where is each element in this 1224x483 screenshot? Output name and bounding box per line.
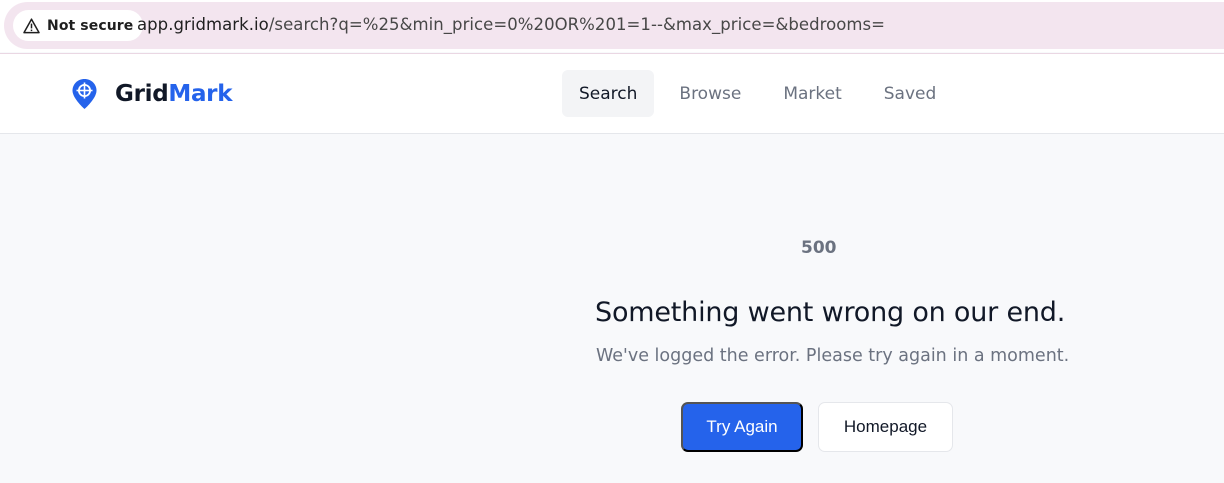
url-path: /search?q=%25&min_price=0%20OR%201=1--&m… (268, 15, 886, 34)
error-message: We've logged the error. Please try again… (596, 346, 1070, 366)
nav-tab-search[interactable]: Search (562, 70, 655, 117)
url-host: app.gridmark.io (137, 15, 269, 34)
nav-tab-saved[interactable]: Saved (867, 70, 954, 117)
security-label: Not secure (47, 17, 134, 34)
url-text[interactable]: app.gridmark.io/search?q=%25&min_price=0… (137, 15, 885, 34)
homepage-button[interactable]: Homepage (818, 402, 953, 452)
brand-name-primary: Grid (115, 81, 169, 107)
brand-name-accent: Mark (168, 81, 233, 107)
omnibox[interactable]: Not secure app.gridmark.io/search?q=%25&… (4, 2, 1224, 49)
nav-tab-market[interactable]: Market (766, 70, 858, 117)
app-header: GridMark Search Browse Market Saved (0, 53, 1224, 134)
browser-address-bar: Not secure app.gridmark.io/search?q=%25&… (0, 0, 1224, 52)
error-page: 500 Something went wrong on our end. We'… (0, 134, 1224, 483)
security-indicator[interactable]: Not secure (13, 10, 144, 41)
map-pin-icon (72, 79, 97, 109)
nav-tab-browse[interactable]: Browse (662, 70, 758, 117)
brand-logo[interactable]: GridMark (71, 78, 233, 110)
warning-icon (23, 17, 40, 33)
try-again-button[interactable]: Try Again (681, 402, 803, 452)
main-nav: Search Browse Market Saved (562, 70, 953, 117)
error-code: 500 (801, 238, 837, 258)
error-headline: Something went wrong on our end. (595, 297, 1066, 328)
brand-name: GridMark (115, 81, 233, 107)
